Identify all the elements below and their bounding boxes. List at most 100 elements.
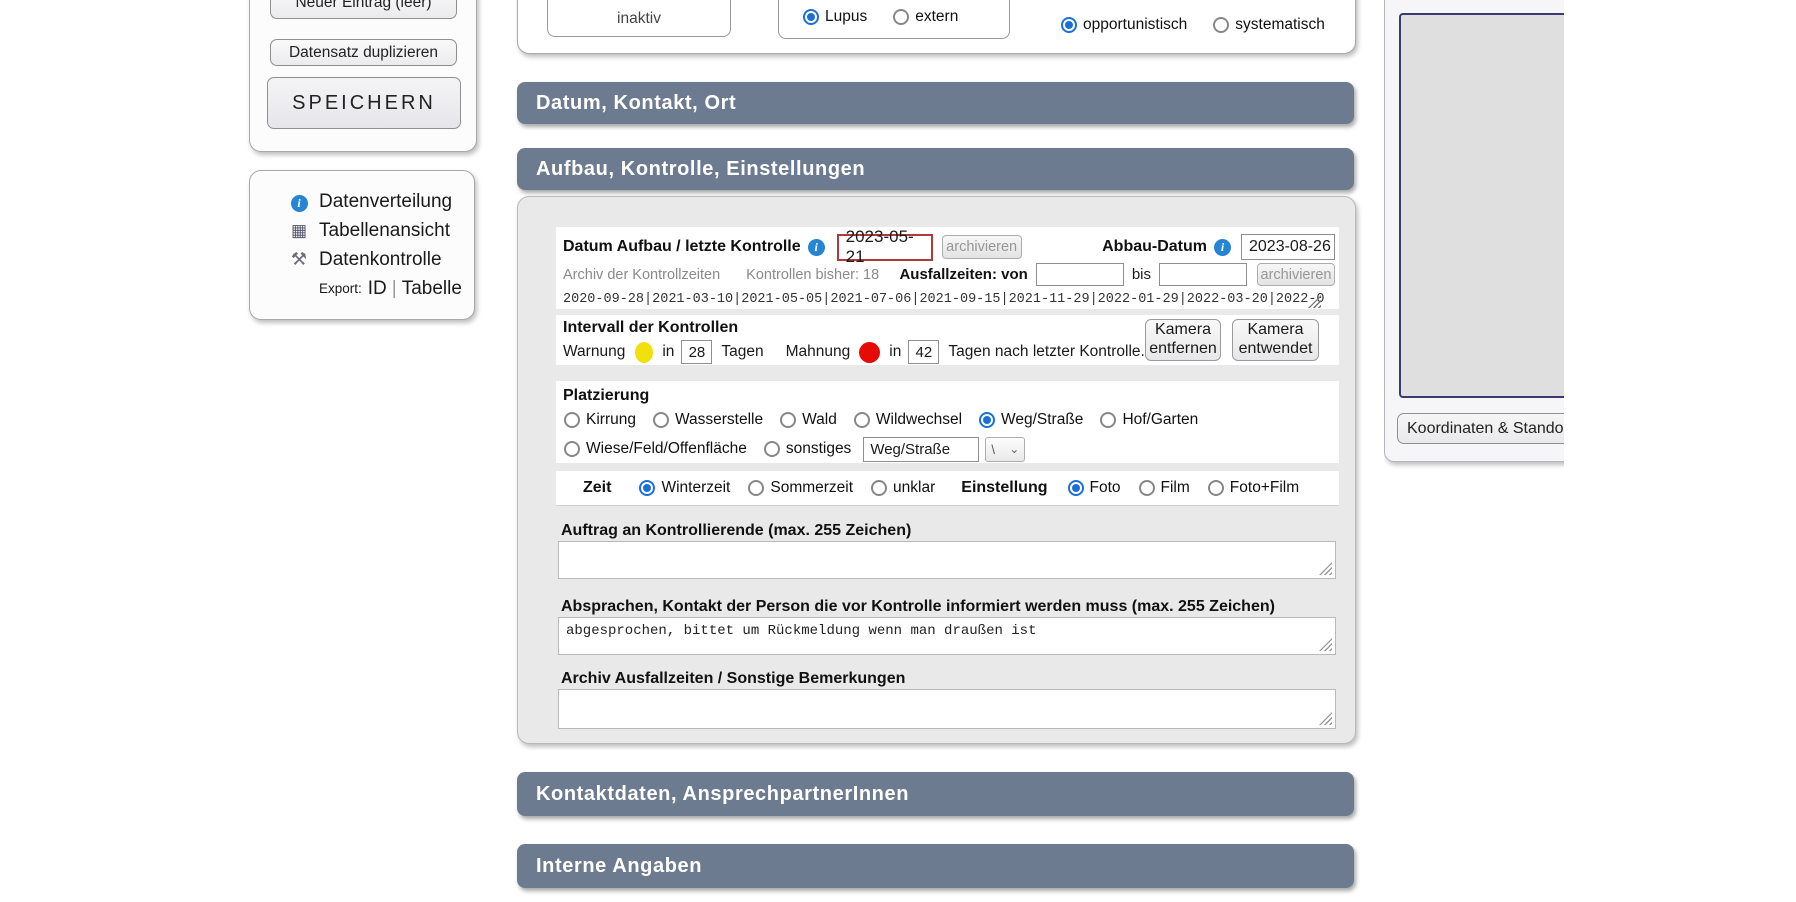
archive-date-button[interactable]: archivieren [942,235,1022,259]
archive-times-link[interactable]: Archiv der Kontrollzeiten [563,267,720,283]
radio-option-kirrung[interactable]: Kirrung [564,411,636,429]
radio-option-sommerzeit[interactable]: Sommerzeit [748,479,853,497]
radio-icon[interactable] [893,9,909,25]
map-panel-card: Koordinaten & Standort [1384,0,1564,462]
downtime-until-label: bis [1132,266,1151,283]
section-bar-aufbau[interactable]: Aufbau, Kontrolle, Einstellungen [517,148,1354,190]
radio-icon[interactable] [871,480,887,496]
radio-icon[interactable] [780,412,796,428]
placement-dropdown[interactable]: \ ⌄ [985,437,1025,462]
camera-stolen-button[interactable]: Kamera entwendet [1232,319,1319,361]
bemerkungen-label-row: Archiv Ausfallzeiten / Sonstige Bemerkun… [561,670,905,688]
radio-label: opportunistisch [1083,16,1187,34]
save-button[interactable]: SPEICHERN [267,77,461,129]
absprachen-textarea[interactable]: abgesprochen, bittet um Rückmeldung wenn… [558,617,1336,655]
radio-option-opportunistisch[interactable]: opportunistisch [1061,16,1187,34]
radio-icon[interactable] [639,480,655,496]
radio-icon[interactable] [1213,17,1229,33]
reminder-days-input[interactable]: 42 [908,340,939,364]
sidebar-links-card: i Datenverteilung ▦ Tabellenansicht ⚒ Da… [249,170,475,320]
radio-icon[interactable] [564,412,580,428]
warning-label: Warnung [563,343,625,361]
resize-grip-icon[interactable] [1319,712,1332,725]
sidebar-item-datenverteilung[interactable]: i Datenverteilung [250,187,474,216]
radio-label: Kirrung [586,411,636,429]
radio-icon[interactable] [653,412,669,428]
radio-label: Sommerzeit [770,479,853,497]
setup-date-value: 2023-05-21 [846,227,931,267]
radio-icon[interactable] [803,9,819,25]
export-table-link[interactable]: Tabelle [402,278,462,300]
radio-option-wiese[interactable]: Wiese/Feld/Offenfläche [564,440,747,458]
warning-dot-icon [635,342,653,363]
radio-icon[interactable] [1061,17,1077,33]
save-label: SPEICHERN [292,92,436,115]
radio-option-wald[interactable]: Wald [780,411,837,429]
radio-option-hof-garten[interactable]: Hof/Garten [1100,411,1198,429]
bemerkungen-label: Archiv Ausfallzeiten / Sonstige Bemerkun… [561,670,905,688]
radio-option-unklar[interactable]: unklar [871,479,935,497]
radio-option-lupus[interactable]: Lupus [803,8,867,26]
radio-icon[interactable] [979,412,995,428]
right-panel-clip: Koordinaten & Standort [1384,0,1564,520]
interval-row: Warnung in 28 Tagen Mahnung in 42 Tagen … [563,339,1163,365]
map-placeholder[interactable] [1399,13,1564,398]
chevron-down-icon: ⌄ [1009,442,1019,456]
radio-icon[interactable] [1139,480,1155,496]
radio-icon[interactable] [854,412,870,428]
downtime-archive-button[interactable]: archivieren [1257,263,1335,286]
radio-label: unklar [893,479,935,497]
tools-icon: ⚒ [288,249,310,270]
section-bar-datum[interactable]: Datum, Kontakt, Ort [517,82,1354,124]
radio-icon[interactable] [1100,412,1116,428]
page: Neuer Eintrag (leer) Datensatz duplizier… [0,0,1796,902]
info-icon[interactable]: i [808,239,825,256]
warning-days-input[interactable]: 28 [681,340,712,364]
sidebar-actions-card: Neuer Eintrag (leer) Datensatz duplizier… [249,0,477,152]
inactive-button[interactable]: inaktiv [547,0,731,37]
sidebar-item-datenkontrolle[interactable]: ⚒ Datenkontrolle [250,245,474,274]
radio-option-foto[interactable]: Foto [1068,479,1121,497]
radio-icon[interactable] [1208,480,1224,496]
radio-option-sonstiges[interactable]: sonstiges [764,440,851,458]
radio-option-weg-strasse[interactable]: Weg/Straße [979,411,1083,429]
section-bar-kontaktdaten[interactable]: Kontaktdaten, AnsprechpartnerInnen [517,772,1354,816]
controls-count: Kontrollen bisher: 18 [746,267,879,283]
radio-option-wildwechsel[interactable]: Wildwechsel [854,411,962,429]
radio-option-winterzeit[interactable]: Winterzeit [639,479,730,497]
info-icon[interactable]: i [1214,239,1231,256]
teardown-date-input[interactable]: 2023-08-26 [1241,234,1335,260]
new-entry-label: Neuer Eintrag (leer) [295,0,431,12]
export-id-link[interactable]: ID [368,278,387,300]
radio-option-film[interactable]: Film [1139,479,1190,497]
radio-icon[interactable] [764,441,780,457]
duplicate-record-button[interactable]: Datensatz duplizieren [270,39,457,66]
placement-dropdown-value: \ [991,442,995,457]
radio-option-extern[interactable]: extern [893,8,958,26]
bemerkungen-textarea[interactable] [558,689,1336,729]
radio-option-systematisch[interactable]: systematisch [1213,16,1325,34]
setup-date-input[interactable]: 2023-05-21 [837,234,933,261]
time-group-label: Zeit [583,479,611,497]
radio-icon[interactable] [1068,480,1084,496]
downtime-from-input[interactable] [1036,263,1124,286]
section-bar-interne-angaben[interactable]: Interne Angaben [517,844,1354,888]
resize-grip-icon[interactable] [1319,638,1332,651]
new-entry-button[interactable]: Neuer Eintrag (leer) [270,0,457,19]
radio-icon[interactable] [748,480,764,496]
radio-label: Lupus [825,8,867,26]
settings-group-label: Einstellung [961,479,1047,497]
radio-label: Winterzeit [661,479,730,497]
placement-other-input[interactable]: Weg/Straße [863,437,979,462]
camera-remove-button[interactable]: Kamera entfernen [1145,319,1221,361]
radio-option-wasserstelle[interactable]: Wasserstelle [653,411,763,429]
radio-option-foto-film[interactable]: Foto+Film [1208,479,1299,497]
radio-label: Hof/Garten [1122,411,1198,429]
resize-grip-icon[interactable] [1319,562,1332,575]
radio-icon[interactable] [564,441,580,457]
control-dates-field[interactable]: 2020-09-28|2021-03-10|2021-05-05|2021-07… [563,289,1335,309]
auftrag-textarea[interactable] [558,541,1336,579]
downtime-until-input[interactable] [1159,263,1247,286]
coordinates-button[interactable]: Koordinaten & Standort [1397,413,1564,444]
sidebar-item-tabellenansicht[interactable]: ▦ Tabellenansicht [250,216,474,245]
